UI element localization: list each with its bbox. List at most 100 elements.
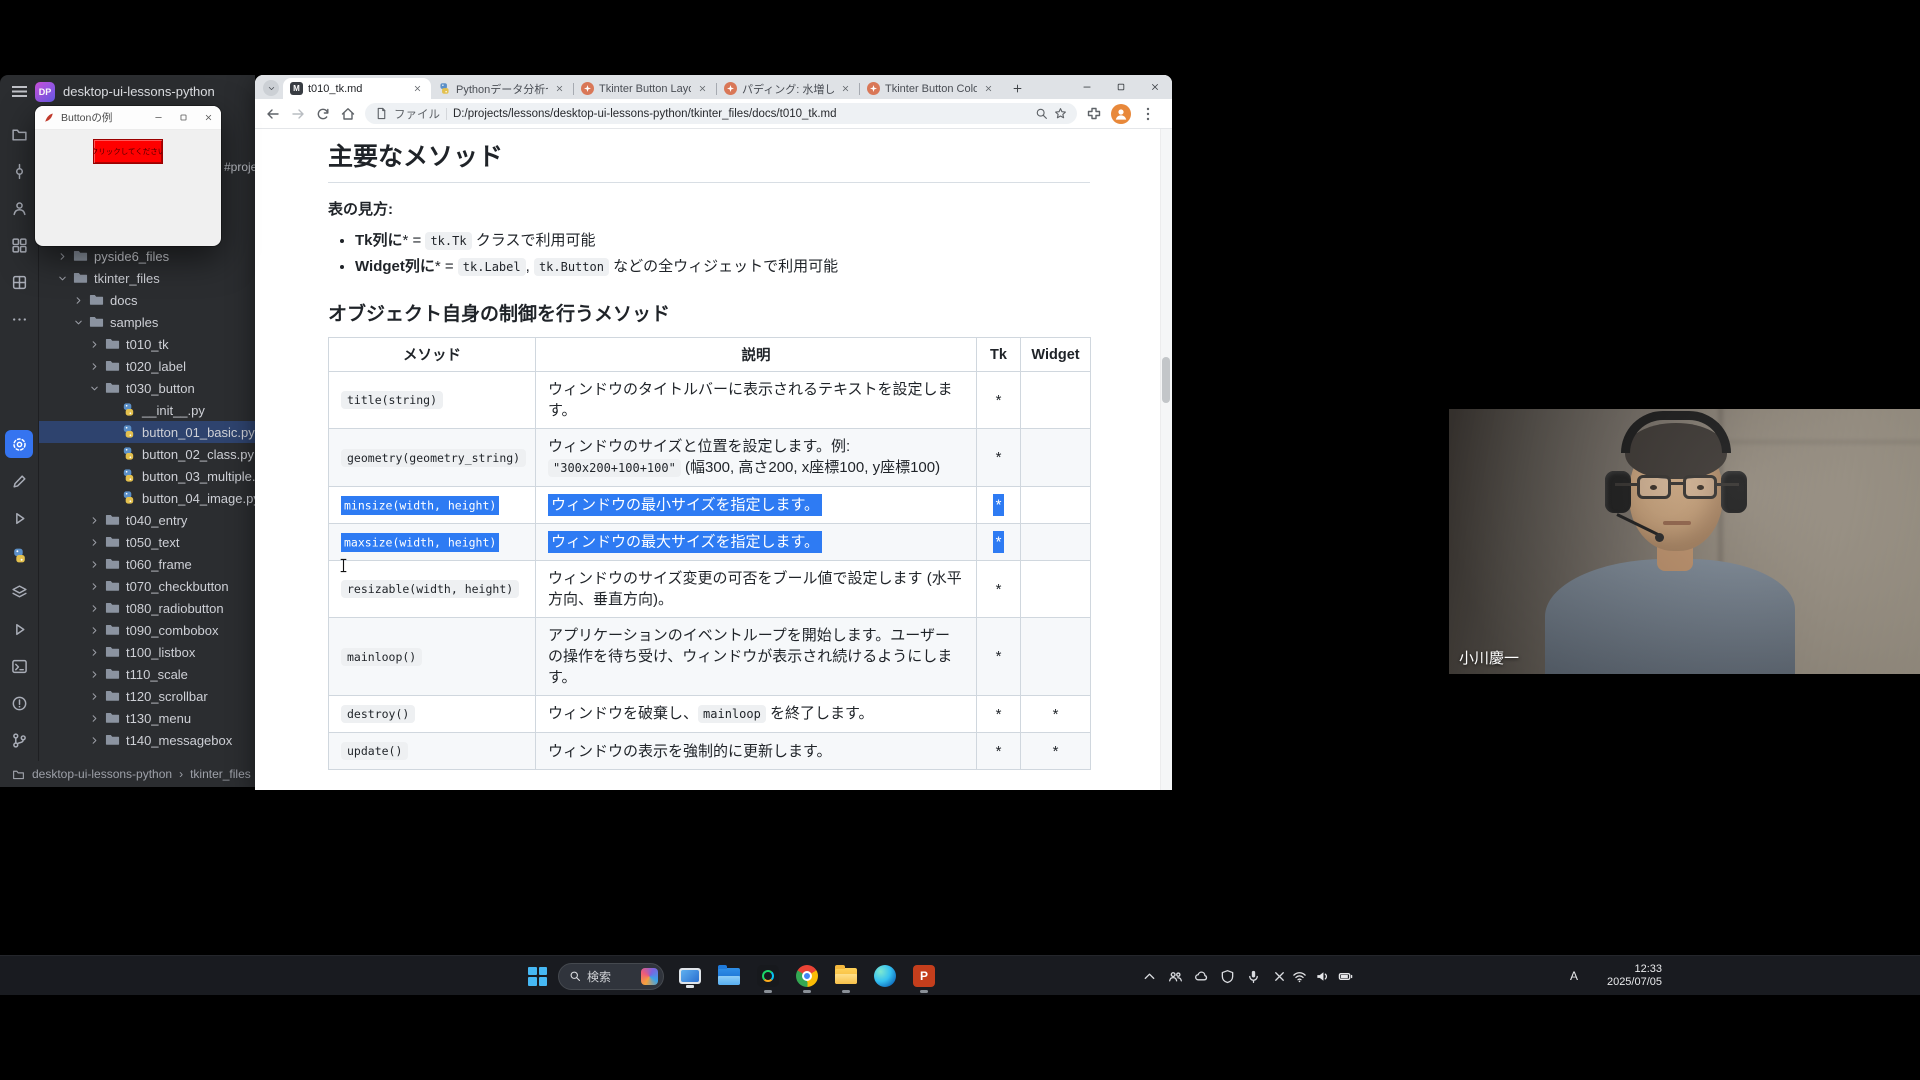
bookmark-star-icon[interactable] bbox=[1054, 107, 1067, 120]
volume-icon[interactable] bbox=[1315, 969, 1330, 984]
tray-snip-icon[interactable] bbox=[1272, 969, 1287, 984]
tree-item[interactable]: t040_entry bbox=[39, 509, 255, 531]
tree-expand-icon[interactable] bbox=[73, 294, 88, 307]
tree-expand-icon[interactable] bbox=[89, 338, 104, 351]
tab-close-icon[interactable] bbox=[411, 82, 424, 95]
tree-expand-icon[interactable] bbox=[89, 602, 104, 615]
browser-tab[interactable]: Mt010_tk.md bbox=[283, 78, 431, 99]
tk-minimize-button[interactable] bbox=[146, 106, 171, 129]
address-bar[interactable]: ファイル D:/projects/lessons/desktop-ui-less… bbox=[365, 103, 1077, 124]
tree-collapse-icon[interactable] bbox=[57, 272, 72, 285]
commit-tool-icon[interactable] bbox=[5, 157, 33, 185]
structure-tool-icon[interactable] bbox=[5, 194, 33, 222]
terminal-tool-icon[interactable] bbox=[5, 652, 33, 680]
tree-item[interactable]: pyside6_files bbox=[39, 245, 255, 267]
close-button[interactable] bbox=[1138, 75, 1172, 99]
taskbar-pycharm[interactable] bbox=[753, 957, 783, 995]
tk-close-button[interactable] bbox=[196, 106, 221, 129]
scrollbar-thumb[interactable] bbox=[1162, 357, 1170, 403]
tray-hidden-icons-icon[interactable] bbox=[1142, 969, 1157, 984]
tray-microphone-icon[interactable] bbox=[1246, 969, 1261, 984]
tk-maximize-button[interactable] bbox=[171, 106, 196, 129]
tree-expand-icon[interactable] bbox=[89, 712, 104, 725]
breadcrumb-folder[interactable]: tkinter_files bbox=[190, 767, 251, 781]
tree-item[interactable]: t130_menu bbox=[39, 707, 255, 729]
tree-item[interactable]: t080_radiobutton bbox=[39, 597, 255, 619]
tree-expand-icon[interactable] bbox=[57, 250, 72, 263]
ide-titlebar[interactable]: DP desktop-ui-lessons-python bbox=[0, 75, 255, 108]
settings-tool-icon[interactable] bbox=[5, 430, 33, 458]
tree-item[interactable]: __init__.py bbox=[39, 399, 255, 421]
tree-item[interactable]: t110_scale bbox=[39, 663, 255, 685]
run-tool-icon[interactable] bbox=[5, 504, 33, 532]
tree-item[interactable]: button_03_multiple.py bbox=[39, 465, 255, 487]
tree-item[interactable]: tkinter_files bbox=[39, 267, 255, 289]
tree-item[interactable]: t120_scrollbar bbox=[39, 685, 255, 707]
browser-tab[interactable]: Tkinter Button Layout in Pytho... bbox=[574, 78, 716, 99]
taskbar-powerpoint[interactable]: P bbox=[909, 957, 939, 995]
bookmarks-tool-icon[interactable] bbox=[5, 268, 33, 296]
plugins-tool-icon[interactable] bbox=[5, 231, 33, 259]
python-packages-tool-icon[interactable] bbox=[5, 541, 33, 569]
back-button[interactable] bbox=[265, 106, 281, 122]
tree-item[interactable]: button_01_basic.py bbox=[39, 421, 255, 443]
reload-button[interactable] bbox=[315, 106, 331, 122]
forward-button[interactable] bbox=[290, 106, 306, 122]
tree-expand-icon[interactable] bbox=[89, 646, 104, 659]
zoom-icon[interactable] bbox=[1035, 107, 1048, 120]
battery-icon[interactable] bbox=[1338, 969, 1353, 984]
scrollbar-track[interactable] bbox=[1160, 129, 1172, 790]
breadcrumb-project[interactable]: desktop-ui-lessons-python bbox=[32, 767, 172, 781]
page-info-icon[interactable] bbox=[375, 107, 388, 120]
tree-item[interactable]: t050_text bbox=[39, 531, 255, 553]
browser-tab[interactable]: Pythonデータ分析ゼミ「デスクトップ... bbox=[431, 78, 573, 99]
profile-avatar[interactable] bbox=[1111, 104, 1131, 124]
tree-item[interactable]: t140_messagebox bbox=[39, 729, 255, 751]
tree-item[interactable]: t100_listbox bbox=[39, 641, 255, 663]
tree-expand-icon[interactable] bbox=[89, 360, 104, 373]
tree-expand-icon[interactable] bbox=[89, 536, 104, 549]
tree-item[interactable]: t010_tk bbox=[39, 333, 255, 355]
tree-item[interactable]: t020_label bbox=[39, 355, 255, 377]
main-menu-icon[interactable] bbox=[12, 86, 27, 97]
tree-expand-icon[interactable] bbox=[89, 624, 104, 637]
taskbar-search[interactable]: 検索 bbox=[558, 963, 664, 990]
version-control-tool-icon[interactable] bbox=[5, 726, 33, 754]
browser-tab[interactable]: パディング: 水増しの語源 - Claude bbox=[717, 78, 859, 99]
status-icons[interactable] bbox=[1292, 956, 1353, 996]
tree-item[interactable]: t070_checkbutton bbox=[39, 575, 255, 597]
project-tool-icon[interactable] bbox=[5, 120, 33, 148]
start-button[interactable] bbox=[528, 967, 547, 986]
tree-expand-icon[interactable] bbox=[89, 580, 104, 593]
tree-expand-icon[interactable] bbox=[89, 558, 104, 571]
tree-item[interactable]: t060_frame bbox=[39, 553, 255, 575]
tree-item[interactable]: samples bbox=[39, 311, 255, 333]
minimize-button[interactable] bbox=[1070, 75, 1104, 99]
tree-item[interactable]: t090_combobox bbox=[39, 619, 255, 641]
tree-item[interactable]: button_04_image.py bbox=[39, 487, 255, 509]
home-button[interactable] bbox=[340, 106, 356, 122]
tkinter-titlebar[interactable]: Buttonの例 bbox=[35, 106, 221, 130]
tree-expand-icon[interactable] bbox=[89, 734, 104, 747]
tab-close-icon[interactable] bbox=[696, 82, 709, 95]
search-highlight-icon[interactable] bbox=[641, 968, 658, 985]
tray-teams-icon[interactable] bbox=[1168, 969, 1183, 984]
tab-close-icon[interactable] bbox=[982, 82, 995, 95]
notes-tool-icon[interactable] bbox=[5, 467, 33, 495]
tray-security-icon[interactable] bbox=[1220, 969, 1235, 984]
tab-close-icon[interactable] bbox=[553, 82, 566, 95]
ime-indicator[interactable]: A bbox=[1570, 969, 1578, 983]
new-tab-button[interactable] bbox=[1006, 77, 1028, 99]
tab-close-icon[interactable] bbox=[839, 82, 852, 95]
tray-onedrive-icon[interactable] bbox=[1194, 969, 1209, 984]
taskbar-file-explorer[interactable] bbox=[714, 957, 744, 995]
tk-red-button[interactable]: クリックしてください bbox=[93, 139, 163, 164]
problems-tool-icon[interactable] bbox=[5, 689, 33, 717]
taskbar-edge[interactable] bbox=[870, 957, 900, 995]
tree-item[interactable]: docs bbox=[39, 289, 255, 311]
wifi-icon[interactable] bbox=[1292, 969, 1307, 984]
services-tool-icon[interactable] bbox=[5, 578, 33, 606]
tree-collapse-icon[interactable] bbox=[89, 382, 104, 395]
taskbar-chrome[interactable] bbox=[792, 957, 822, 995]
maximize-button[interactable] bbox=[1104, 75, 1138, 99]
